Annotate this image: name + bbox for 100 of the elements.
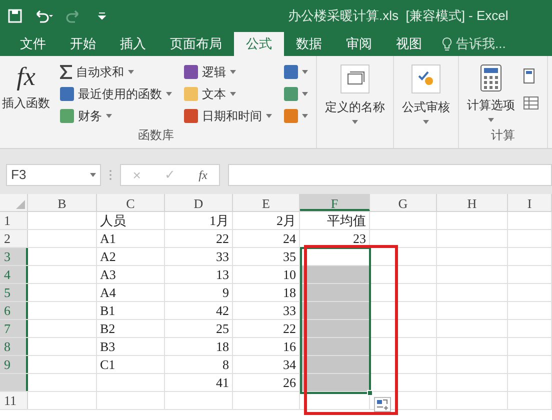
table-cell: 16: [233, 338, 300, 355]
ribbon-tab[interactable]: 文件: [8, 32, 58, 56]
table-cell: A4: [97, 284, 165, 301]
table-cell: 41: [165, 374, 233, 391]
lightbulb-icon: [442, 37, 452, 51]
caret-icon: [266, 114, 272, 118]
table-cell: 33: [233, 302, 300, 319]
calculator-icon[interactable]: [523, 68, 535, 84]
sigma-icon: [60, 64, 72, 78]
table-cell: 13: [165, 266, 233, 283]
ribbon-tab[interactable]: 数据: [284, 32, 334, 56]
caret-icon: [302, 114, 308, 118]
caret-icon: [106, 114, 112, 118]
save-icon[interactable]: [8, 9, 22, 23]
insert-function-button[interactable]: fx: [198, 166, 208, 184]
row-header[interactable]: 2: [0, 230, 28, 247]
table-cell: 8: [165, 356, 233, 373]
calculator-icon: [480, 64, 502, 92]
column-header[interactable]: B: [28, 194, 97, 211]
caret-icon: [128, 70, 134, 74]
caret-icon: [230, 70, 236, 74]
customize-caret-icon[interactable]: [98, 12, 106, 20]
ribbon-big-button[interactable]: 定义的名称: [325, 64, 385, 124]
column-header[interactable]: G: [370, 194, 437, 211]
table-cell: C1: [97, 356, 165, 373]
row-header[interactable]: 8: [0, 338, 28, 355]
column-header[interactable]: H: [437, 194, 508, 211]
table-cell: 24: [233, 230, 300, 247]
row-header[interactable]: 1: [0, 212, 28, 229]
fill-handle[interactable]: [367, 390, 373, 396]
function-category-button[interactable]: 逻辑: [180, 62, 276, 81]
caret-icon: [302, 92, 308, 96]
ribbon-tab[interactable]: 开始: [58, 32, 108, 56]
column-header[interactable]: F: [300, 194, 370, 211]
ribbon-tab[interactable]: 公式: [234, 32, 284, 56]
function-category-button[interactable]: 自动求和: [56, 62, 176, 81]
formula-field[interactable]: [228, 164, 552, 186]
caret-icon: [352, 120, 358, 124]
table-cell: 人员: [97, 212, 165, 229]
table-cell: 25: [165, 320, 233, 337]
table-cell: A2: [97, 248, 165, 265]
table-cell: A3: [97, 266, 165, 283]
tag-stack-icon: [340, 64, 370, 94]
table-cell: 18: [233, 284, 300, 301]
sheet-grid-icon[interactable]: [523, 96, 539, 110]
function-category-button[interactable]: 最近使用的函数: [56, 84, 176, 103]
table-cell: 22: [165, 230, 233, 247]
row-header[interactable]: 3: [0, 248, 28, 265]
table-cell: 平均值: [300, 212, 370, 229]
table-cell: 26: [233, 374, 300, 391]
row-header[interactable]: 9: [0, 356, 28, 373]
function-category-button[interactable]: 文本: [180, 84, 276, 103]
table-cell: B2: [97, 320, 165, 337]
window-title: 办公楼采暖计算.xls [兼容模式] - Excel: [288, 7, 508, 26]
ribbon-tab[interactable]: 页面布局: [158, 32, 234, 56]
insert-function-button[interactable]: fx 插入函数: [0, 60, 52, 126]
table-cell: 18: [165, 338, 233, 355]
undo-icon[interactable]: [34, 9, 54, 23]
table-cell: B1: [97, 302, 165, 319]
table-cell: 2月: [233, 212, 300, 229]
column-header[interactable]: D: [165, 194, 233, 211]
row-header[interactable]: 11: [0, 392, 28, 409]
row-header[interactable]: 5: [0, 284, 28, 301]
caret-icon: [302, 70, 308, 74]
ribbon-big-button[interactable]: 公式审核: [402, 64, 450, 124]
table-cell: 1月: [165, 212, 233, 229]
caret-icon: [230, 92, 236, 96]
table-cell: B3: [97, 338, 165, 355]
name-box[interactable]: F3: [6, 164, 101, 186]
table-cell: 9: [165, 284, 233, 301]
table-cell: 35: [233, 248, 300, 265]
function-icon: fx: [16, 60, 36, 94]
table-cell: 10: [233, 266, 300, 283]
ribbon-tab[interactable]: 视图: [384, 32, 434, 56]
ribbon-tab[interactable]: 插入: [108, 32, 158, 56]
caret-icon: [166, 92, 172, 96]
quick-analysis-icon[interactable]: [374, 397, 391, 412]
row-header[interactable]: 4: [0, 266, 28, 283]
group-label: 计算: [491, 127, 515, 144]
table-cell: 33: [165, 248, 233, 265]
row-header[interactable]: 7: [0, 320, 28, 337]
row-header[interactable]: [0, 374, 28, 391]
caret-icon: [90, 173, 96, 177]
table-cell: 22: [233, 320, 300, 337]
table-cell: 23: [300, 230, 370, 247]
ribbon-tab[interactable]: 审阅: [334, 32, 384, 56]
splitter-icon: [109, 169, 112, 181]
table-cell: 34: [233, 356, 300, 373]
caret-icon: [423, 120, 429, 124]
function-category-button[interactable]: 日期和时间: [180, 106, 276, 125]
group-label: 函数库: [138, 127, 174, 144]
tell-me-field[interactable]: 告诉我...: [456, 34, 526, 54]
check-warning-icon: [411, 64, 441, 94]
calculation-options-button[interactable]: 计算选项: [467, 64, 515, 126]
column-header[interactable]: I: [508, 194, 552, 211]
caret-icon: [488, 118, 494, 122]
column-header[interactable]: C: [97, 194, 165, 211]
row-header[interactable]: 6: [0, 302, 28, 319]
function-category-button[interactable]: 财务: [56, 106, 176, 125]
table-cell: 42: [165, 302, 233, 319]
